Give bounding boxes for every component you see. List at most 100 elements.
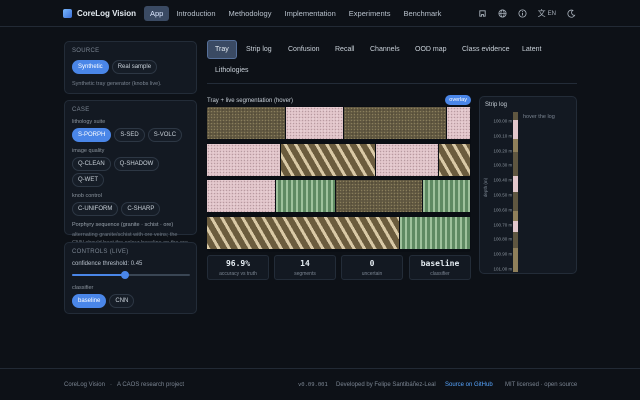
tray-segment-schist[interactable] [280, 143, 376, 176]
brand-title: CoreLog Vision [77, 8, 136, 18]
slider-thumb[interactable] [121, 271, 130, 279]
tray-segment-ore[interactable] [344, 107, 448, 139]
metric-uncertain: 0 uncertain [341, 255, 403, 280]
source-panel-title: SOURCE [72, 48, 100, 54]
nav-link-app[interactable]: App [143, 5, 170, 21]
tray-segment-granite[interactable] [375, 143, 440, 176]
quality-clean-button[interactable]: Q-CLEAN [72, 157, 111, 171]
view-tabs: Tray Strip log Confusion Recall Channels… [207, 40, 577, 84]
tray-title: Tray + live segmentation (hover) [207, 98, 293, 104]
strip-log-segment-ore[interactable] [513, 152, 518, 176]
tray-segment-schist[interactable] [439, 143, 471, 176]
source-options: Synthetic Real sample [72, 60, 189, 76]
metric-classifier-label: classifier [430, 271, 450, 277]
controls-panel-title: CONTROLS (LIVE) [72, 249, 129, 255]
tray-row [207, 143, 471, 176]
controls-panel: CONTROLS (LIVE) confidence threshold: 0.… [64, 242, 197, 314]
tray-segment-ore[interactable] [207, 107, 287, 139]
github-icon[interactable] [478, 9, 488, 19]
lithology-s-volc-button[interactable]: S-VOLC [147, 128, 183, 142]
metric-segments-label: segments [294, 271, 316, 277]
strip-log-segment-ore[interactable] [513, 232, 518, 248]
strip-log-segment-schist[interactable] [513, 211, 518, 221]
tray-segment-granite[interactable] [207, 143, 281, 176]
tray-segment-granite[interactable] [447, 107, 471, 139]
metric-segments: 14 segments [274, 255, 336, 280]
nav-link-methodology[interactable]: Methodology [223, 6, 278, 21]
nav-link-experiments[interactable]: Experiments [343, 6, 397, 21]
image-quality-label: image quality [72, 148, 105, 154]
footer-separator: · [110, 382, 112, 388]
nav-link-introduction[interactable]: Introduction [170, 6, 221, 21]
slider-fill [72, 274, 126, 276]
tab-tray[interactable]: Tray [207, 40, 237, 59]
tray-row [207, 107, 471, 139]
tab-lithologies[interactable]: Lithologies [208, 62, 255, 79]
strip-log-segment-ore[interactable] [513, 192, 518, 212]
metric-uncertain-label: uncertain [361, 271, 383, 277]
source-synthetic-button[interactable]: Synthetic [72, 60, 109, 74]
classifier-baseline-button[interactable]: baseline [72, 294, 107, 308]
strip-log-segment-granite[interactable] [513, 220, 518, 232]
strip-log-segment-schist[interactable] [513, 248, 518, 272]
footer-brand: CoreLog Vision [64, 382, 105, 388]
metric-segments-value: 14 [300, 259, 310, 268]
classifier-label: classifier [72, 285, 94, 291]
logo-icon [63, 8, 72, 18]
tab-latent[interactable]: Latent [515, 41, 548, 58]
knob-control-label: knob control [72, 193, 102, 199]
strip-log-column[interactable] [513, 112, 518, 272]
tab-class-evidence[interactable]: Class evidence [455, 41, 516, 58]
tray-segment-granite[interactable] [286, 107, 345, 139]
tab-recall[interactable]: Recall [328, 41, 361, 58]
source-real-sample-button[interactable]: Real sample [111, 60, 158, 74]
lithology-options: S-PORPH S-SED S-VOLC [72, 128, 189, 144]
quality-wet-button[interactable]: Q-WET [72, 173, 104, 187]
tab-channels[interactable]: Channels [363, 41, 407, 58]
tab-ood-map[interactable]: OOD map [408, 41, 454, 58]
classifier-cnn-button[interactable]: CNN [109, 294, 135, 308]
tray-segment-ore[interactable] [336, 180, 424, 212]
core-tray[interactable] [207, 106, 471, 252]
strip-log-segment-granite[interactable] [513, 120, 518, 140]
metric-accuracy-label: accuracy vs truth [219, 271, 257, 277]
strip-log-segment-schist[interactable] [513, 139, 518, 152]
footer-github-link[interactable]: Source on GitHub [445, 382, 493, 388]
quality-shadow-button[interactable]: Q-SHADOW [113, 157, 160, 171]
source-helper-text: Synthetic tray generator (knobs live). [72, 81, 162, 87]
metric-accuracy-value: 96.9% [225, 259, 251, 268]
tray-segment-schist-g[interactable] [275, 180, 337, 212]
tab-strip-log[interactable]: Strip log [239, 41, 279, 58]
brand[interactable]: CoreLog Vision [63, 8, 136, 18]
tab-confusion[interactable]: Confusion [281, 41, 327, 58]
lithology-s-porph-button[interactable]: S-PORPH [72, 128, 112, 142]
tray-segment-schist-g[interactable] [399, 216, 471, 249]
language-label: EN [547, 10, 556, 17]
lithology-s-sed-button[interactable]: S-SED [114, 128, 145, 142]
knob-options: C-UNIFORM C-SHARP [72, 202, 189, 218]
source-panel: SOURCE Synthetic Real sample Synthetic t… [64, 41, 197, 94]
overlay-toggle[interactable]: overlay [445, 95, 471, 105]
nav-link-implementation[interactable]: Implementation [278, 6, 341, 21]
globe-icon[interactable] [498, 9, 508, 19]
tray-row [207, 216, 471, 249]
knob-sharp-button[interactable]: C-SHARP [121, 202, 161, 216]
threshold-slider[interactable] [72, 271, 190, 279]
strip-log-segment-ore[interactable] [513, 112, 518, 120]
footer-developer: Developed by Felipe Santibáñez-Leal [336, 382, 436, 388]
metric-uncertain-value: 0 [369, 259, 375, 268]
strip-log-segment-granite[interactable] [513, 176, 518, 192]
case-panel: CASE lithology suite S-PORPH S-SED S-VOL… [64, 100, 197, 246]
metric-classifier-value: baseline [420, 259, 460, 268]
nav-link-benchmark[interactable]: Benchmark [397, 6, 447, 21]
knob-uniform-button[interactable]: C-UNIFORM [72, 202, 119, 216]
tray-segment-granite[interactable] [207, 180, 276, 212]
footer-tagline: A CAOS research project [117, 382, 185, 388]
tray-segment-schist-g[interactable] [423, 180, 471, 212]
tray-segment-schist[interactable] [207, 216, 400, 249]
moon-icon[interactable] [566, 9, 576, 19]
language-switcher[interactable]: 文 EN [538, 8, 556, 19]
tray-row [207, 180, 471, 212]
classifier-options: baseline CNN [72, 294, 189, 310]
info-icon[interactable] [518, 9, 528, 19]
